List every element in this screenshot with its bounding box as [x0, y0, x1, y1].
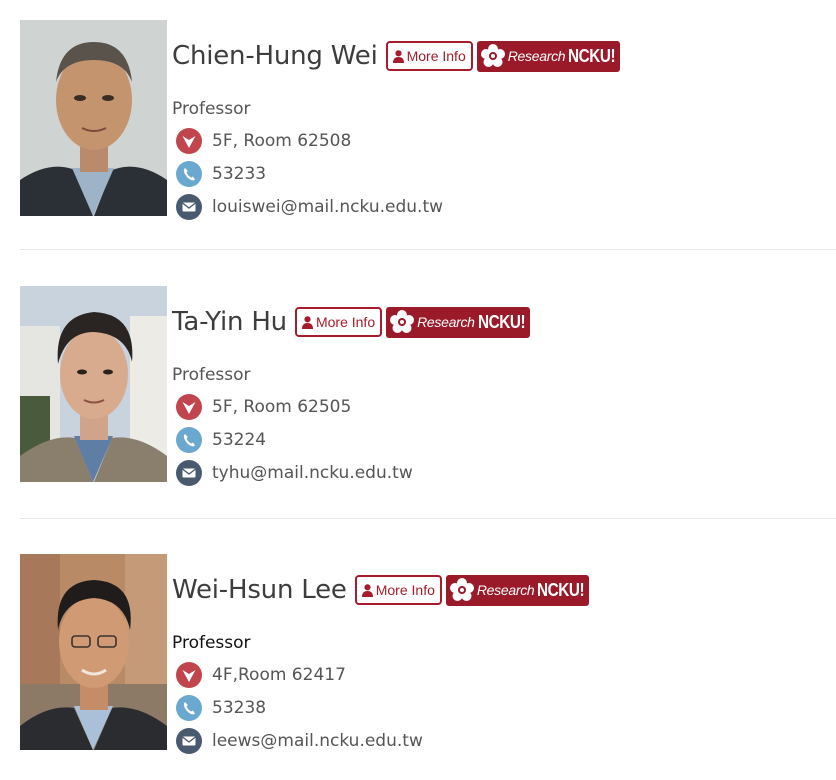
research-label: Research	[476, 582, 535, 598]
person-photo	[20, 286, 167, 482]
office-row: 5F, Room 62505	[176, 394, 351, 420]
user-icon	[361, 583, 373, 597]
office-row: 5F, Room 62508	[176, 128, 351, 154]
location-pin-icon	[176, 128, 202, 154]
research-ncku-button[interactable]: Research NCKU!	[476, 40, 621, 72]
research-brand: NCKU!	[568, 45, 616, 66]
office-row: 4F,Room 62417	[176, 662, 346, 688]
more-info-button[interactable]: More Info	[294, 307, 383, 337]
research-brand: NCKU!	[537, 579, 585, 600]
more-info-button[interactable]: More Info	[385, 41, 473, 71]
research-label: Research	[507, 48, 566, 64]
email-link[interactable]: tyhu@mail.ncku.edu.tw	[212, 463, 413, 483]
location-pin-icon	[176, 394, 202, 420]
person-name: Wei-Hsun Lee	[172, 575, 347, 605]
research-label: Research	[417, 314, 475, 330]
email-icon	[176, 460, 202, 486]
name-row: Ta-Yin Hu More Info Research NCKU!	[172, 304, 530, 340]
person-title: Professor	[172, 99, 251, 119]
phone-row: 53224	[176, 427, 266, 453]
more-info-label: More Info	[406, 48, 466, 64]
phone-text: 53238	[212, 698, 267, 718]
phone-icon	[176, 161, 202, 187]
phone-icon	[176, 427, 202, 453]
email-icon	[176, 728, 202, 754]
person-title: Professor	[172, 365, 251, 385]
phone-row: 53238	[176, 695, 266, 721]
person-name: Ta-Yin Hu	[172, 307, 287, 337]
email-row: louiswei@mail.ncku.edu.tw	[176, 194, 443, 220]
email-icon	[176, 194, 202, 220]
research-brand: NCKU!	[477, 311, 526, 332]
person-photo	[20, 554, 167, 750]
phone-text: 53233	[212, 164, 267, 184]
office-text: 4F,Room 62417	[212, 665, 346, 685]
divider	[20, 249, 836, 250]
person-photo	[20, 20, 167, 216]
person-title: Professor	[172, 633, 251, 653]
user-icon	[301, 315, 313, 329]
phone-icon	[176, 695, 202, 721]
person-name: Chien-Hung Wei	[172, 41, 378, 71]
ncku-flower-logo-icon	[480, 44, 505, 67]
more-info-label: More Info	[375, 582, 435, 598]
email-row: tyhu@mail.ncku.edu.tw	[176, 460, 413, 486]
email-row: leews@mail.ncku.edu.tw	[176, 728, 423, 754]
more-info-button[interactable]: More Info	[354, 575, 442, 605]
ncku-flower-logo-icon	[390, 310, 415, 333]
ncku-flower-logo-icon	[449, 578, 474, 601]
office-text: 5F, Room 62508	[212, 131, 352, 151]
name-row: Wei-Hsun Lee More Info Research NCKU!	[172, 572, 590, 608]
more-info-label: More Info	[315, 314, 376, 330]
email-link[interactable]: leews@mail.ncku.edu.tw	[212, 731, 423, 751]
phone-row: 53233	[176, 161, 266, 187]
phone-text: 53224	[212, 430, 267, 450]
name-row: Chien-Hung Wei More Info Research NCKU!	[172, 38, 621, 74]
user-icon	[392, 49, 404, 63]
research-ncku-button[interactable]: Research NCKU!	[386, 306, 530, 338]
office-text: 5F, Room 62505	[212, 397, 352, 417]
divider	[20, 518, 836, 519]
location-pin-icon	[176, 662, 202, 688]
email-link[interactable]: louiswei@mail.ncku.edu.tw	[212, 197, 443, 217]
research-ncku-button[interactable]: Research NCKU!	[445, 574, 590, 606]
